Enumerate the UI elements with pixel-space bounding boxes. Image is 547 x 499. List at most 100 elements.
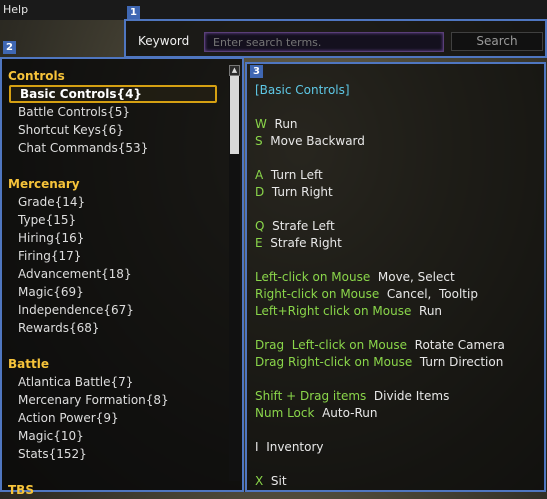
shortcut-row: Right-click on Mouse Cancel, Tooltip xyxy=(255,286,540,303)
topic-item[interactable]: Rewards{68} xyxy=(8,319,226,337)
topic-scrollbar[interactable]: ▲ xyxy=(229,65,240,485)
scroll-track[interactable] xyxy=(229,76,240,481)
shortcut-description: Run xyxy=(419,304,443,318)
search-panel: Keyword Search xyxy=(124,19,547,58)
section-number-1: 1 xyxy=(127,6,140,19)
shortcut-key: X xyxy=(255,474,264,488)
topic-item[interactable]: Type{15} xyxy=(8,211,226,229)
shortcut-key: Num Lock xyxy=(255,406,315,420)
shortcut-row: S Move Backward xyxy=(255,133,540,150)
shortcut-description: Turn Right xyxy=(271,185,333,199)
shortcut-key: S xyxy=(255,134,263,148)
separator xyxy=(366,389,374,403)
separator xyxy=(370,270,378,284)
shortcut-description: Auto-Run xyxy=(322,406,378,420)
topic-item[interactable]: Advancement{18} xyxy=(8,265,226,283)
topic-item[interactable]: Stats{152} xyxy=(8,445,226,463)
topic-item[interactable]: Chat Commands{53} xyxy=(8,139,226,157)
help-content: [Basic Controls] W Run S Move Backward A T… xyxy=(255,82,540,490)
shortcut-description: Move, Select xyxy=(377,270,455,284)
topic-item[interactable]: Atlantica Battle{7} xyxy=(8,373,226,391)
topic-item[interactable]: Magic{69} xyxy=(8,283,226,301)
topic-item-selected[interactable]: Basic Controls{4} xyxy=(9,85,217,103)
separator xyxy=(407,338,415,352)
shortcut-description: Divide Items xyxy=(373,389,450,403)
shortcut-row: A Turn Left xyxy=(255,167,540,184)
separator xyxy=(412,355,420,369)
shortcut-description: Cancel, Tooltip xyxy=(386,287,478,301)
shortcut-key: Left+Right click on Mouse xyxy=(255,304,412,318)
category-heading[interactable]: Mercenary xyxy=(8,175,226,193)
shortcut-description: Sit xyxy=(270,474,287,488)
topic-list: Controls Basic Controls{4} Battle Controls… xyxy=(8,67,226,499)
shortcut-key: Right-click on Mouse xyxy=(255,287,380,301)
scroll-up-button[interactable]: ▲ xyxy=(229,65,240,76)
keyword-label: Keyword xyxy=(138,34,190,48)
triangle-up-icon: ▲ xyxy=(231,66,238,74)
topic-item[interactable]: Action Power{9} xyxy=(8,409,226,427)
search-button[interactable]: Search xyxy=(451,32,543,51)
shortcut-key: Drag Right-click on Mouse xyxy=(255,355,413,369)
shortcut-row: Num Lock Auto-Run xyxy=(255,405,540,422)
separator xyxy=(267,117,275,131)
shortcut-key: Shift + Drag items xyxy=(255,389,367,403)
shortcut-row: Left+Right click on Mouse Run xyxy=(255,303,540,320)
category-heading[interactable]: TBS xyxy=(8,481,226,499)
category-spacer xyxy=(8,337,226,355)
content-title: [Basic Controls] xyxy=(255,83,350,97)
topic-item[interactable]: Mercenary Formation{8} xyxy=(8,391,226,409)
topic-item[interactable]: Independence{67} xyxy=(8,301,226,319)
shortcut-description: Inventory xyxy=(266,440,324,454)
shortcut-row: Drag Right-click on Mouse Turn Direction xyxy=(255,354,540,371)
shortcut-description: Turn Left xyxy=(270,168,323,182)
shortcut-row: Shift + Drag items Divide Items xyxy=(255,388,540,405)
category-heading[interactable]: Battle xyxy=(8,355,226,373)
separator xyxy=(314,406,322,420)
shortcut-description: Move Backward xyxy=(270,134,365,148)
topic-list-panel: Controls Basic Controls{4} Battle Controls… xyxy=(0,57,244,497)
shortcut-key: Drag Left-click on Mouse xyxy=(255,338,408,352)
separator xyxy=(263,168,271,182)
separator xyxy=(263,474,271,488)
shortcut-description: Strafe Right xyxy=(270,236,342,250)
scroll-thumb[interactable] xyxy=(230,76,239,154)
topic-item[interactable]: Grade{14} xyxy=(8,193,226,211)
shortcut-description: Run xyxy=(274,117,298,131)
section-number-2: 2 xyxy=(3,41,16,54)
topic-item[interactable]: Magic{10} xyxy=(8,427,226,445)
shortcut-key: Left-click on Mouse xyxy=(255,270,371,284)
category-spacer xyxy=(8,463,226,481)
shortcut-description: Rotate Camera xyxy=(414,338,505,352)
shortcut-key: D xyxy=(255,185,265,199)
topic-item[interactable]: Hiring{16} xyxy=(8,229,226,247)
topic-item[interactable]: Shortcut Keys{6} xyxy=(8,121,226,139)
topic-item[interactable]: Battle Controls{5} xyxy=(8,103,226,121)
section-number-3: 3 xyxy=(250,65,263,78)
window-title: Help xyxy=(3,3,29,16)
shortcut-row: E Strafe Right xyxy=(255,235,540,252)
shortcut-row: D Turn Right xyxy=(255,184,540,201)
shortcut-key: W xyxy=(255,117,267,131)
shortcut-row: X Sit xyxy=(255,473,540,490)
separator xyxy=(264,185,272,199)
separator xyxy=(264,219,272,233)
shortcut-row: Q Strafe Left xyxy=(255,218,540,235)
shortcut-key: A xyxy=(255,168,264,182)
shortcut-row: W Run xyxy=(255,116,540,133)
shortcut-row: I Inventory xyxy=(255,439,540,456)
topic-item[interactable]: Firing{17} xyxy=(8,247,226,265)
category-heading[interactable]: Controls xyxy=(8,67,226,85)
shortcut-description: Turn Direction xyxy=(419,355,504,369)
shortcut-row: Left-click on Mouse Move, Select xyxy=(255,269,540,286)
shortcut-key: E xyxy=(255,236,263,250)
shortcut-row: Drag Left-click on Mouse Rotate Camera xyxy=(255,337,540,354)
search-input[interactable] xyxy=(204,32,444,52)
category-spacer xyxy=(8,157,226,175)
